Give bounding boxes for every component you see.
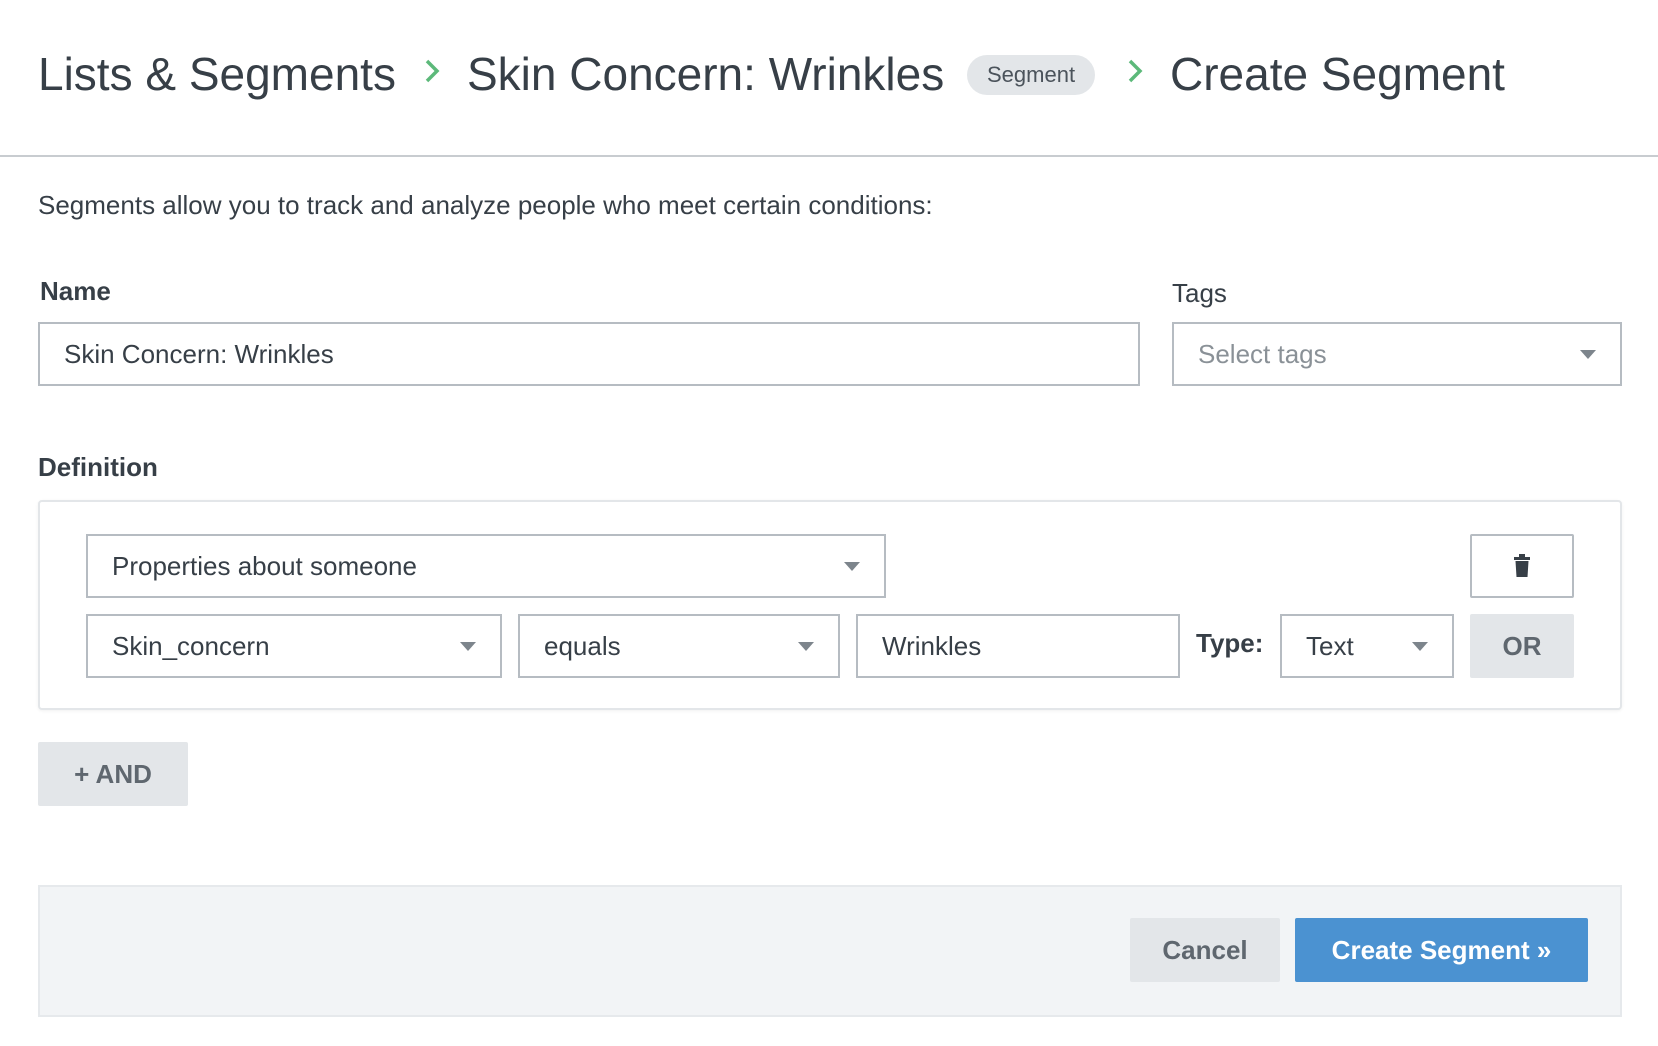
property-select[interactable]: Skin_concern	[86, 614, 502, 678]
intro-text: Segments allow you to track and analyze …	[38, 190, 933, 220]
caret-down-icon	[798, 642, 814, 651]
operator-select[interactable]: equals	[518, 614, 840, 678]
tags-select[interactable]: Select tags	[1172, 322, 1622, 386]
cancel-button[interactable]: Cancel	[1130, 918, 1280, 982]
name-input-value: Skin Concern: Wrinkles	[64, 339, 334, 369]
type-select[interactable]: Text	[1280, 614, 1454, 678]
tags-label: Tags	[1172, 278, 1227, 308]
caret-down-icon	[1412, 642, 1428, 651]
tags-placeholder: Select tags	[1198, 339, 1327, 369]
condition-value-text: Wrinkles	[882, 631, 982, 661]
property-value: Skin_concern	[112, 631, 270, 661]
condition-value-input[interactable]: Wrinkles	[856, 614, 1180, 678]
segment-badge: Segment	[967, 55, 1096, 95]
caret-down-icon	[844, 562, 860, 571]
type-value: Text	[1306, 631, 1354, 661]
breadcrumb-segment-name[interactable]: Skin Concern: Wrinkles	[467, 44, 944, 104]
add-and-condition-button[interactable]: + AND	[38, 742, 188, 806]
name-label: Name	[40, 276, 111, 306]
create-segment-button[interactable]: Create Segment »	[1295, 918, 1588, 982]
or-button[interactable]: OR	[1470, 614, 1574, 678]
condition-type-select[interactable]: Properties about someone	[86, 534, 886, 598]
chevron-right-icon	[1127, 58, 1143, 84]
page-header: Lists & Segments Skin Concern: Wrinkles …	[0, 0, 1658, 157]
breadcrumb-lists-segments[interactable]: Lists & Segments	[38, 44, 396, 104]
type-label: Type:	[1196, 628, 1264, 658]
trash-icon	[1514, 554, 1530, 577]
name-input[interactable]: Skin Concern: Wrinkles	[38, 322, 1140, 386]
chevron-right-icon	[424, 58, 440, 84]
definition-condition-box	[38, 500, 1622, 710]
caret-down-icon	[1580, 350, 1596, 359]
definition-label: Definition	[38, 452, 158, 482]
condition-type-value: Properties about someone	[112, 551, 417, 581]
delete-condition-button[interactable]	[1470, 534, 1574, 598]
caret-down-icon	[460, 642, 476, 651]
operator-value: equals	[544, 631, 621, 661]
breadcrumb-create-segment: Create Segment	[1170, 48, 1505, 100]
